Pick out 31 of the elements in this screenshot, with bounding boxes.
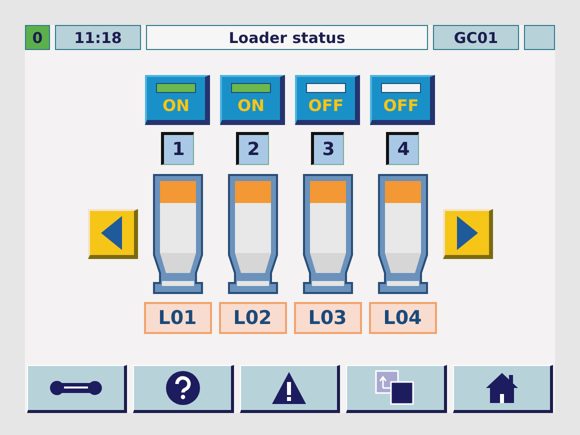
loader-label: L04	[368, 302, 436, 334]
wrench-icon	[48, 379, 104, 397]
station-id: GC01	[433, 25, 519, 50]
copy-icon	[375, 370, 416, 406]
loader-switch[interactable]: ON	[145, 75, 210, 125]
header-cell	[524, 25, 555, 50]
loader-number: 1	[161, 132, 194, 165]
home-icon	[484, 372, 519, 404]
right-arrow-icon	[456, 216, 478, 250]
next-button[interactable]	[442, 209, 492, 259]
settings-button[interactable]	[27, 365, 128, 413]
copy-button[interactable]	[346, 365, 447, 413]
counter: 0	[25, 25, 50, 50]
screen-title: Loader status	[146, 25, 428, 50]
help-button[interactable]	[133, 365, 234, 413]
loader-label: L02	[218, 302, 286, 334]
warning-icon	[271, 371, 308, 405]
loader-number: 4	[386, 132, 419, 165]
alarm-button[interactable]	[240, 365, 340, 413]
loader-switch[interactable]: OFF	[370, 75, 435, 125]
loader-number: 3	[311, 132, 344, 165]
loader-label: L03	[294, 302, 362, 334]
help-icon	[164, 370, 201, 406]
loader-number: 2	[236, 132, 269, 165]
previous-button[interactable]	[88, 209, 138, 259]
loader-label: L01	[144, 302, 212, 334]
loader-switch[interactable]: OFF	[295, 75, 360, 125]
left-arrow-icon	[100, 216, 122, 250]
home-button[interactable]	[452, 365, 554, 413]
clock-time: 11:18	[55, 25, 141, 50]
loader-switch[interactable]: ON	[220, 75, 285, 125]
